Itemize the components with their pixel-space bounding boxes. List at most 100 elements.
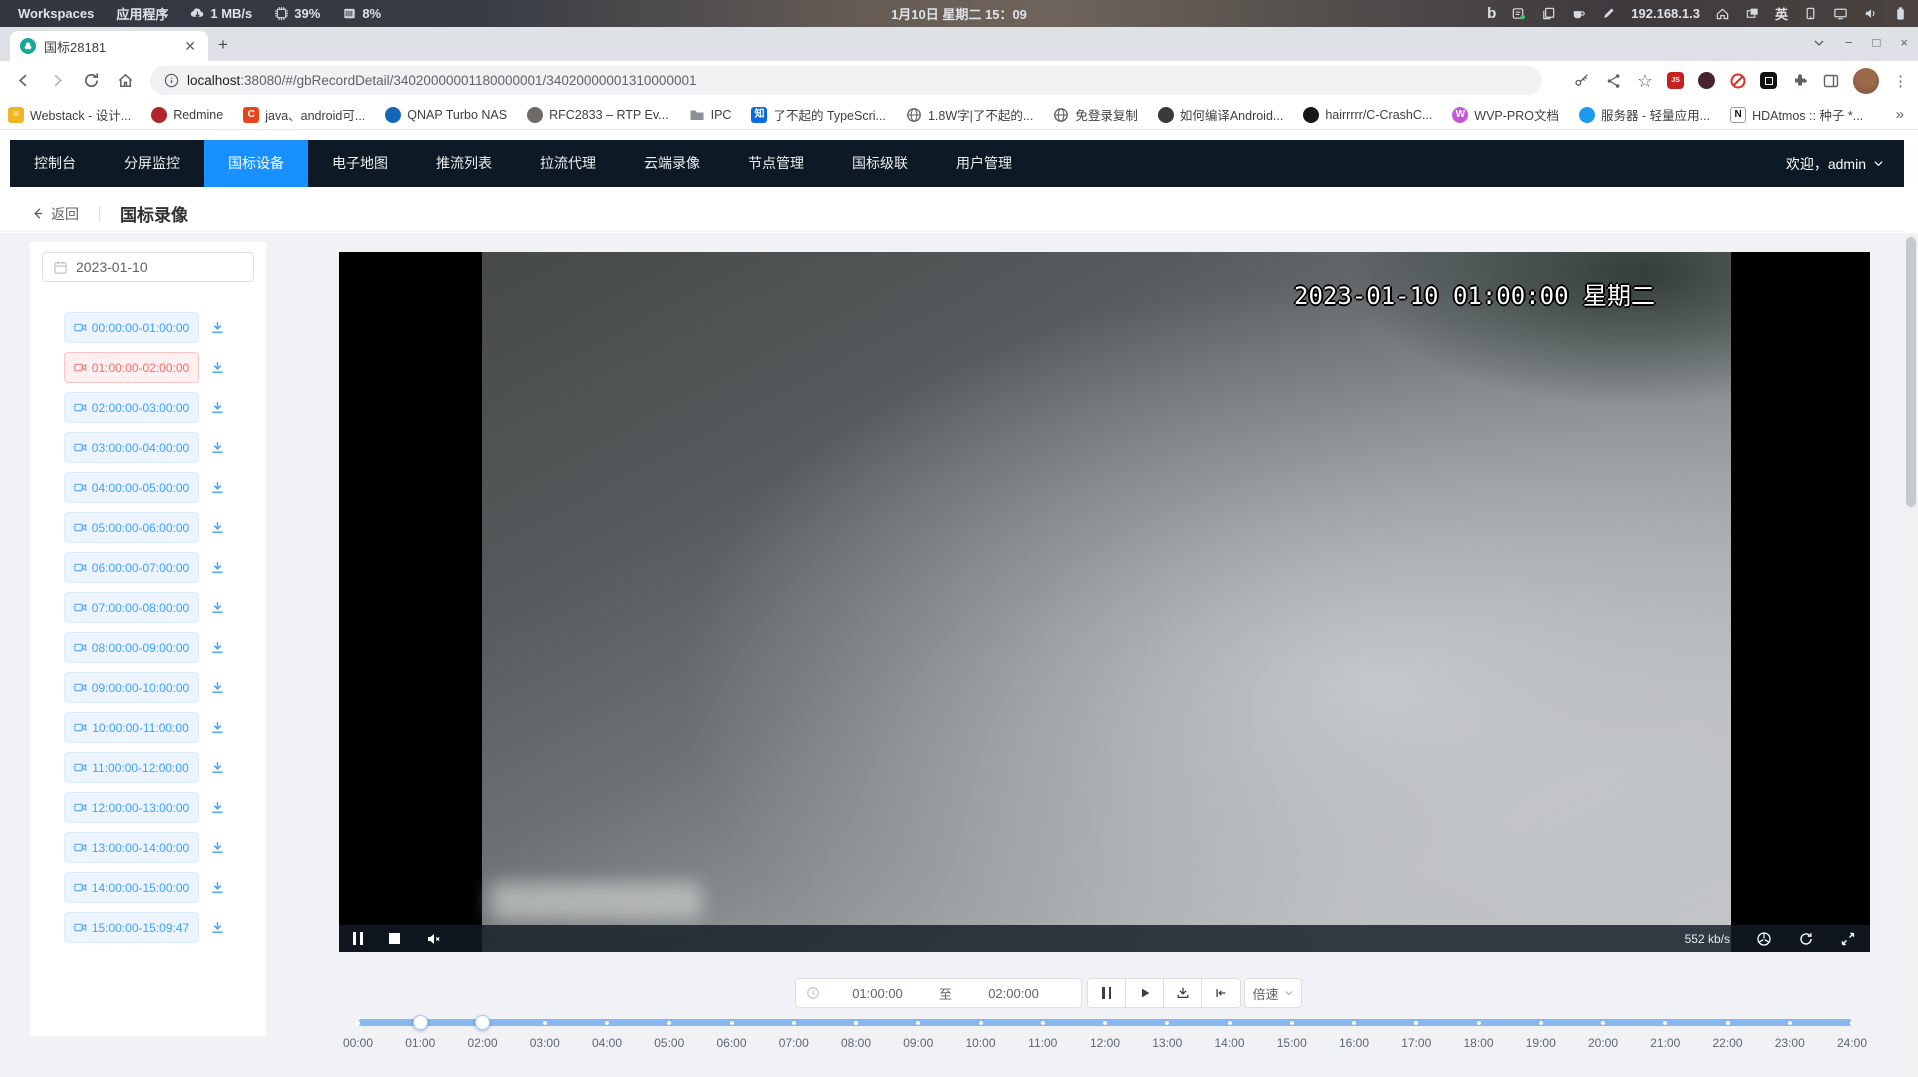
profile-avatar[interactable] (1853, 68, 1879, 94)
scrollbar-thumb[interactable] (1906, 237, 1916, 507)
browser-scrollbar[interactable] (1904, 233, 1918, 1077)
window-minimize-icon[interactable]: − (1845, 35, 1853, 50)
tab-close-icon[interactable]: ✕ (180, 38, 200, 55)
bookmark-item[interactable]: hairrrrr/C-CrashC... (1303, 107, 1432, 123)
windows-stack-icon[interactable] (1745, 6, 1760, 21)
bookmark-item[interactable]: QNAP Turbo NAS (385, 107, 507, 123)
download-record-button[interactable] (210, 320, 225, 335)
download-record-button[interactable] (210, 720, 225, 735)
record-segment-button[interactable]: 04:00:00-05:00:00 (64, 472, 199, 503)
browser-menu-icon[interactable]: ⋮ (1893, 72, 1908, 90)
ip-address[interactable]: 192.168.1.3 (1631, 6, 1700, 21)
tray-coffee-icon[interactable] (1571, 6, 1586, 21)
bookmark-item[interactable]: 服务器 - 轻量应用... (1579, 105, 1710, 124)
download-record-button[interactable] (210, 400, 225, 415)
bookmark-item[interactable]: 知了不起的 TypeScri... (751, 105, 886, 124)
tray-notes-icon[interactable] (1511, 6, 1526, 21)
download-record-button[interactable] (210, 520, 225, 535)
record-segment-button[interactable]: 07:00:00-08:00:00 (64, 592, 199, 623)
download-record-button[interactable] (210, 640, 225, 655)
end-time-value[interactable]: 02:00:00 (956, 986, 1071, 1001)
battery-icon[interactable] (1893, 6, 1908, 21)
nav-tab-6[interactable]: 拉流代理 (516, 140, 620, 187)
record-segment-button[interactable]: 02:00:00-03:00:00 (64, 392, 199, 423)
nav-tab-8[interactable]: 节点管理 (724, 140, 828, 187)
record-segment-button[interactable]: 01:00:00-02:00:00 (64, 352, 199, 383)
download-record-button[interactable] (210, 880, 225, 895)
start-time-value[interactable]: 01:00:00 (820, 986, 935, 1001)
share-icon[interactable] (1605, 72, 1623, 90)
window-close-icon[interactable]: × (1900, 35, 1908, 50)
home-icon[interactable] (1715, 6, 1730, 21)
date-picker-input[interactable]: 2023-01-10 (42, 252, 254, 282)
record-segment-button[interactable]: 06:00:00-07:00:00 (64, 552, 199, 583)
input-method-indicator[interactable]: 英 (1775, 4, 1788, 23)
nav-tab-9[interactable]: 国标级联 (828, 140, 932, 187)
tray-app-b-icon[interactable]: b (1487, 6, 1496, 21)
browser-tab[interactable]: 国标28181 ✕ (10, 31, 208, 61)
record-segment-button[interactable]: 10:00:00-11:00:00 (64, 712, 199, 743)
download-record-button[interactable] (210, 840, 225, 855)
home-button[interactable] (108, 66, 142, 96)
bookmark-star-icon[interactable]: ☆ (1637, 72, 1653, 90)
side-panel-icon[interactable] (1822, 72, 1839, 89)
nav-tab-10[interactable]: 用户管理 (932, 140, 1036, 187)
download-record-button[interactable] (210, 560, 225, 575)
timeline-range-handle[interactable] (413, 1015, 428, 1030)
page-info-icon[interactable] (164, 73, 179, 88)
forward-button[interactable] (40, 66, 74, 96)
extension-wine-icon[interactable] (1698, 72, 1715, 89)
player-pause-icon[interactable] (353, 932, 363, 945)
refresh-icon[interactable] (1798, 931, 1814, 947)
record-segment-button[interactable]: 09:00:00-10:00:00 (64, 672, 199, 703)
nav-tab-1[interactable]: 控制台 (10, 140, 100, 187)
record-segment-button[interactable]: 05:00:00-06:00:00 (64, 512, 199, 543)
download-record-button[interactable] (210, 680, 225, 695)
tablet-icon[interactable] (1803, 6, 1818, 21)
bookmark-item[interactable]: WWVP-PRO文档 (1452, 105, 1559, 124)
speed-dropdown[interactable]: 倍速 (1244, 978, 1302, 1008)
download-record-button[interactable] (210, 800, 225, 815)
user-menu[interactable]: 欢迎，admin (1786, 154, 1904, 174)
tray-clipboard-icon[interactable] (1541, 6, 1556, 21)
nav-tab-7[interactable]: 云端录像 (620, 140, 724, 187)
password-key-icon[interactable] (1573, 72, 1591, 90)
new-tab-button[interactable]: + (218, 36, 228, 53)
record-segment-button[interactable]: 12:00:00-13:00:00 (64, 792, 199, 823)
bookmark-item[interactable]: Redmine (151, 107, 223, 123)
pause-button[interactable] (1088, 979, 1126, 1007)
record-segment-button[interactable]: 03:00:00-04:00:00 (64, 432, 199, 463)
window-chevron-icon[interactable] (1813, 37, 1825, 49)
bookmark-item[interactable]: RFC2833 – RTP Ev... (527, 107, 669, 123)
download-record-button[interactable] (210, 480, 225, 495)
workspaces-button[interactable]: Workspaces (18, 6, 94, 21)
record-segment-button[interactable]: 11:00:00-12:00:00 (64, 752, 199, 783)
record-segment-button[interactable]: 15:00:00-15:09:47 (64, 912, 199, 943)
applications-menu-button[interactable]: 应用程序 (116, 4, 168, 23)
record-segment-button[interactable]: 00:00:00-01:00:00 (64, 312, 199, 343)
extension-blocker-icon[interactable] (1729, 72, 1746, 89)
display-icon[interactable] (1833, 6, 1848, 21)
extension-js-icon[interactable]: JS (1667, 72, 1684, 89)
download-button[interactable] (1164, 979, 1202, 1007)
player-stop-icon[interactable] (389, 933, 400, 944)
player-mute-icon[interactable] (426, 931, 442, 947)
snapshot-icon[interactable] (1756, 931, 1772, 947)
timeline-range-handle[interactable] (475, 1015, 490, 1030)
timeline-slider[interactable] (358, 1019, 1852, 1026)
tray-pen-icon[interactable] (1601, 6, 1616, 21)
fullscreen-icon[interactable] (1840, 931, 1856, 947)
back-button[interactable] (6, 66, 40, 96)
back-link[interactable]: 返回 (30, 204, 79, 224)
bookmark-item[interactable]: 如何编译Android... (1158, 105, 1284, 124)
download-record-button[interactable] (210, 440, 225, 455)
download-record-button[interactable] (210, 920, 225, 935)
play-button[interactable] (1126, 979, 1164, 1007)
nav-tab-5[interactable]: 推流列表 (412, 140, 516, 187)
download-record-button[interactable] (210, 600, 225, 615)
download-record-button[interactable] (210, 760, 225, 775)
video-player[interactable]: 2023-01-10 01:00:00 星期二 552 kb/s (339, 252, 1870, 952)
nav-tab-4[interactable]: 电子地图 (308, 140, 412, 187)
seek-back-button[interactable] (1202, 979, 1240, 1007)
time-range-input[interactable]: 01:00:00 至 02:00:00 (795, 978, 1082, 1008)
